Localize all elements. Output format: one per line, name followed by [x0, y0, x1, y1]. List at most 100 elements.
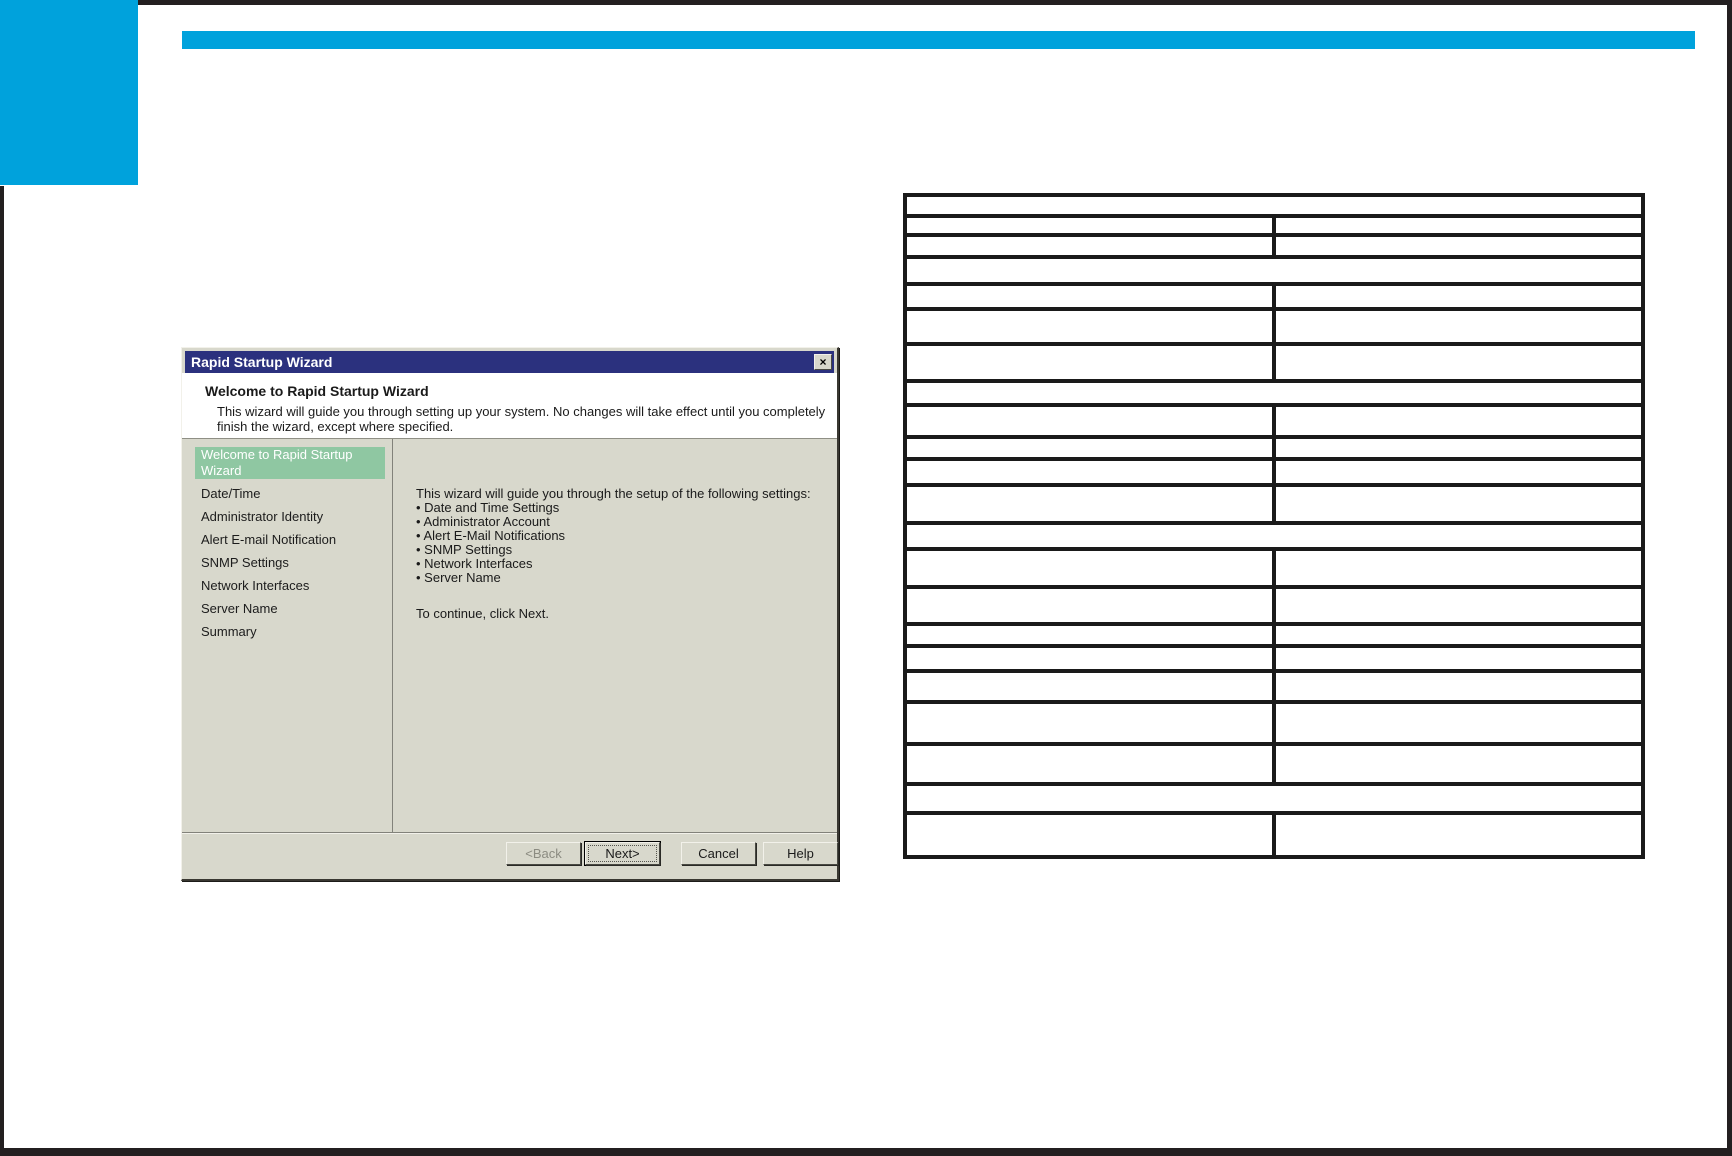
- table-cell-right: [1272, 403, 1645, 439]
- table-cell-left: [903, 622, 1276, 648]
- table-cell-right: [1272, 282, 1645, 311]
- nav-item-server-name[interactable]: Server Name: [195, 601, 284, 617]
- help-button[interactable]: Help: [763, 842, 838, 865]
- dialog-titlebar[interactable]: Rapid Startup Wizard ×: [185, 351, 834, 373]
- reference-table-body: [903, 193, 1645, 859]
- wizard-heading: Welcome to Rapid Startup Wizard: [205, 383, 429, 399]
- table-row: [903, 669, 1645, 704]
- bullet-item: • Server Name: [416, 570, 501, 585]
- bullet-item: • Alert E-Mail Notifications: [416, 528, 566, 543]
- table-row: [903, 282, 1645, 311]
- page-edge-top: [138, 0, 1732, 5]
- table-row: [903, 782, 1645, 815]
- table-row: [903, 193, 1645, 218]
- content-lead: This wizard will guide you through the s…: [416, 486, 811, 501]
- nav-item-summary[interactable]: Summary: [195, 624, 263, 640]
- reference-table: [903, 193, 1645, 859]
- back-button[interactable]: <Back: [506, 842, 581, 865]
- dialog-body: Welcome to Rapid Startup Wizard Date/Time…: [182, 439, 837, 832]
- manual-page: Rapid Startup Wizard × Welcome to Rapid …: [0, 0, 1732, 1156]
- nav-item-date-time[interactable]: Date/Time: [195, 486, 266, 502]
- header-rule: [182, 31, 1695, 49]
- table-cell-left: [903, 214, 1276, 237]
- table-cell-left: [903, 483, 1276, 525]
- table-cell-right: [1272, 547, 1645, 589]
- table-row: [903, 214, 1645, 237]
- table-cell-left: [903, 644, 1276, 673]
- table-row: [903, 742, 1645, 786]
- cancel-button[interactable]: Cancel: [681, 842, 756, 865]
- table-cell-full: [903, 193, 1645, 218]
- table-row: [903, 379, 1645, 407]
- table-cell-left: [903, 811, 1276, 859]
- content-instruction: To continue, click Next.: [416, 606, 549, 621]
- table-cell-left: [903, 669, 1276, 704]
- table-cell-right: [1272, 622, 1645, 648]
- corner-accent-block: [0, 0, 138, 185]
- table-row: [903, 435, 1645, 461]
- table-cell-right: [1272, 307, 1645, 346]
- table-row: [903, 307, 1645, 346]
- table-row: [903, 342, 1645, 383]
- page-edge-right: [1727, 5, 1732, 1156]
- wizard-intro-line2: finish the wizard, except where specifie…: [217, 419, 454, 434]
- table-cell-left: [903, 403, 1276, 439]
- wizard-nav: Welcome to Rapid Startup Wizard Date/Time…: [182, 439, 393, 832]
- table-row: [903, 585, 1645, 626]
- table-cell-full: [903, 255, 1645, 286]
- table-cell-left: [903, 282, 1276, 311]
- table-cell-right: [1272, 811, 1645, 859]
- next-button[interactable]: Next>: [585, 842, 660, 865]
- bullet-item: • Administrator Account: [416, 514, 550, 529]
- table-cell-right: [1272, 342, 1645, 383]
- table-row: [903, 233, 1645, 259]
- dialog-header: Welcome to Rapid Startup Wizard This wiz…: [182, 373, 837, 439]
- close-icon: ×: [819, 355, 827, 369]
- rapid-startup-wizard-dialog: Rapid Startup Wizard × Welcome to Rapid …: [181, 347, 839, 881]
- page-edge-left: [0, 186, 4, 1156]
- table-row: [903, 403, 1645, 439]
- table-row: [903, 644, 1645, 673]
- table-cell-right: [1272, 742, 1645, 786]
- nav-item-alert-e-mail-notification[interactable]: Alert E-mail Notification: [195, 532, 342, 548]
- table-cell-left: [903, 547, 1276, 589]
- table-cell-right: [1272, 214, 1645, 237]
- table-cell-left: [903, 742, 1276, 786]
- nav-item-snmp-settings[interactable]: SNMP Settings: [195, 555, 295, 571]
- table-row: [903, 547, 1645, 589]
- table-cell-left: [903, 457, 1276, 487]
- table-cell-right: [1272, 457, 1645, 487]
- nav-item-network-interfaces[interactable]: Network Interfaces: [195, 578, 315, 594]
- table-row: [903, 521, 1645, 551]
- table-cell-left: [903, 307, 1276, 346]
- close-button[interactable]: ×: [814, 354, 832, 370]
- table-cell-left: [903, 700, 1276, 746]
- table-cell-right: [1272, 233, 1645, 259]
- bullet-item: • SNMP Settings: [416, 542, 513, 557]
- table-cell-left: [903, 435, 1276, 461]
- table-row: [903, 700, 1645, 746]
- page-edge-bottom: [0, 1148, 1732, 1156]
- dialog-title: Rapid Startup Wizard: [191, 354, 333, 370]
- table-cell-full: [903, 521, 1645, 551]
- table-cell-right: [1272, 483, 1645, 525]
- bullet-item: • Date and Time Settings: [416, 500, 560, 515]
- table-cell-left: [903, 342, 1276, 383]
- wizard-content: This wizard will guide you through the s…: [393, 439, 837, 832]
- table-row: [903, 622, 1645, 648]
- table-cell-right: [1272, 585, 1645, 626]
- settings-bullet-list: • Date and Time Settings • Administrator …: [416, 501, 827, 585]
- table-cell-full: [903, 379, 1645, 407]
- nav-item-welcome-to-rapid-startup-wizard[interactable]: Welcome to Rapid Startup Wizard: [195, 447, 385, 479]
- table-cell-right: [1272, 644, 1645, 673]
- table-row: [903, 483, 1645, 525]
- wizard-intro-line1: This wizard will guide you through setti…: [217, 404, 826, 419]
- table-cell-right: [1272, 669, 1645, 704]
- table-cell-full: [903, 782, 1645, 815]
- table-row: [903, 811, 1645, 859]
- nav-item-administrator-identity[interactable]: Administrator Identity: [195, 509, 329, 525]
- table-cell-right: [1272, 435, 1645, 461]
- table-cell-right: [1272, 700, 1645, 746]
- table-row: [903, 457, 1645, 487]
- bullet-item: • Network Interfaces: [416, 556, 533, 571]
